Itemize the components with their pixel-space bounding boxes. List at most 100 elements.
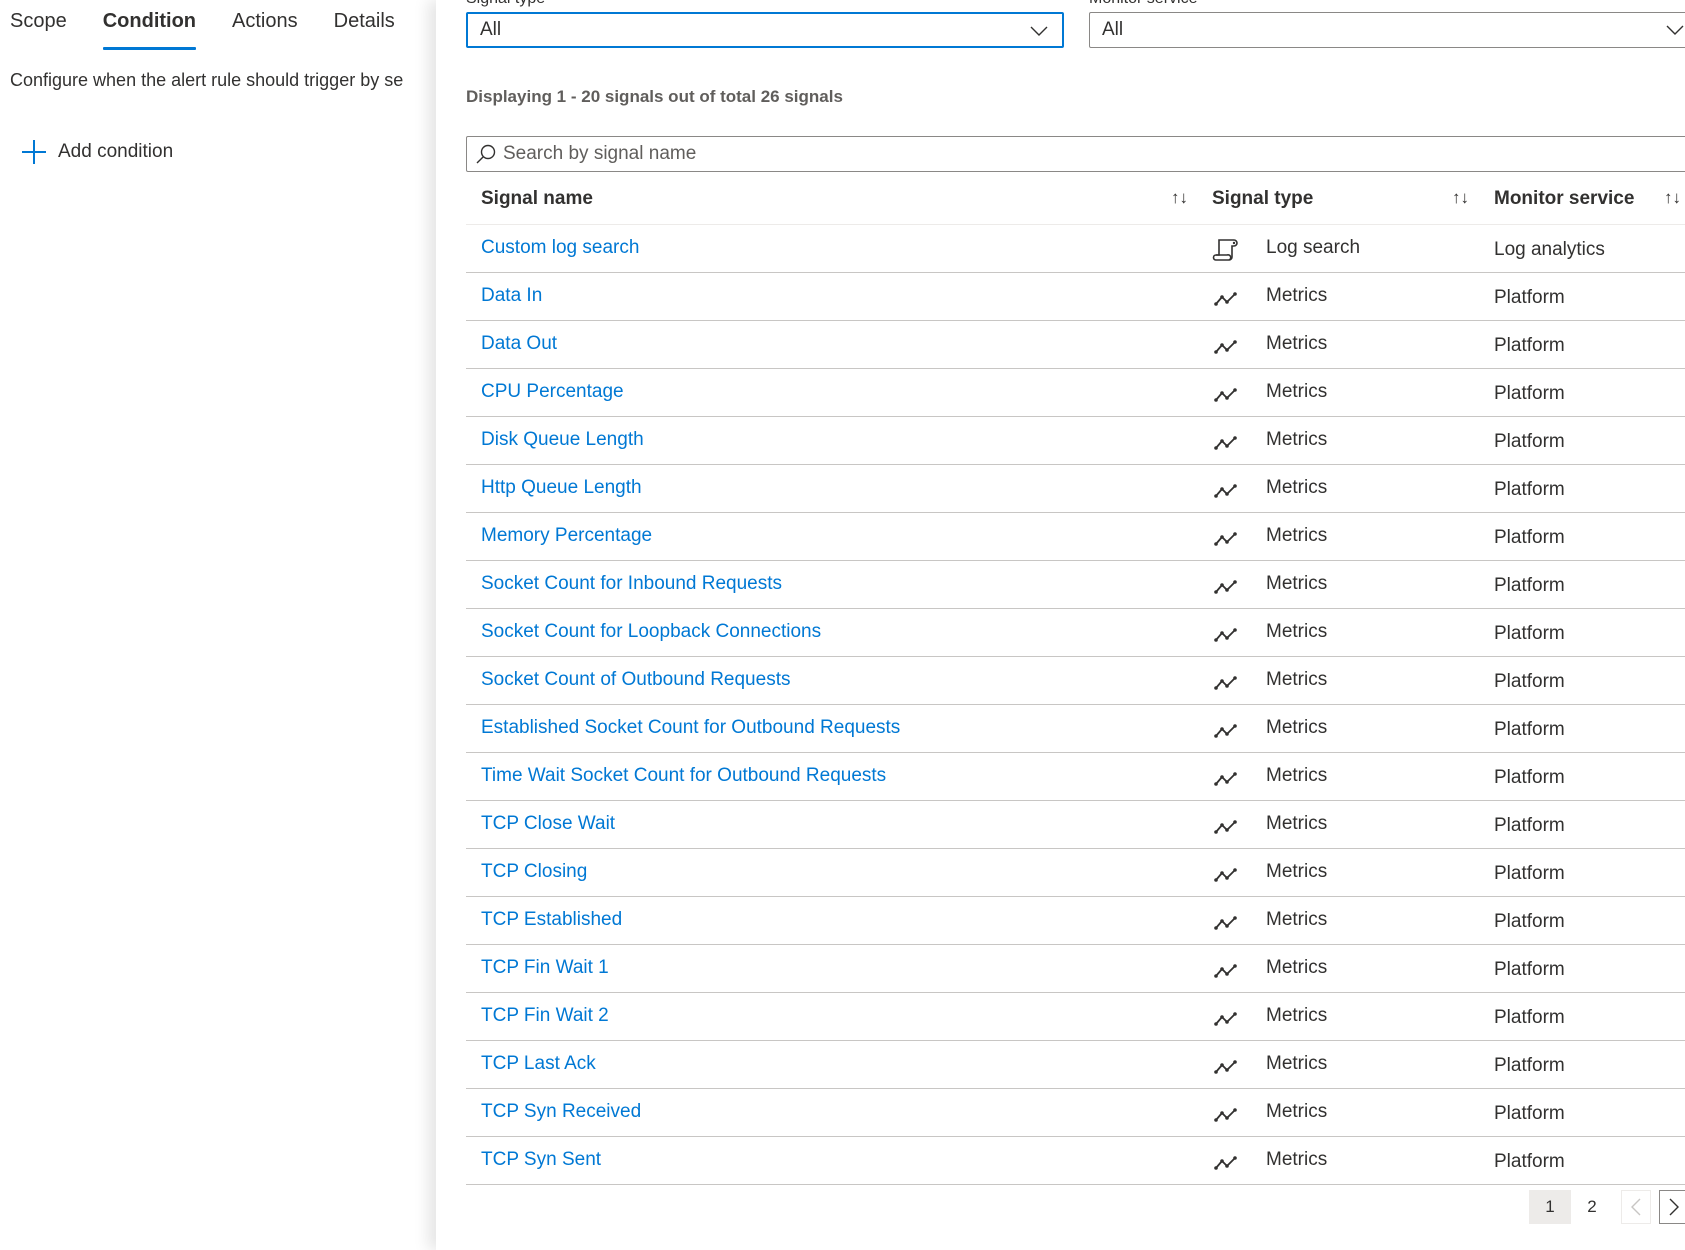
signal-type-text: Metrics bbox=[1266, 621, 1328, 642]
table-row[interactable]: CPU Percentage Metrics Platform bbox=[466, 369, 1685, 417]
sort-icon[interactable]: ↑↓ bbox=[1171, 188, 1188, 208]
signal-type-text: Metrics bbox=[1266, 333, 1328, 354]
monitor-service-text: Platform bbox=[1494, 1007, 1565, 1028]
previous-page-button[interactable] bbox=[1621, 1190, 1651, 1224]
signal-name-link[interactable]: TCP Syn Received bbox=[481, 1101, 641, 1123]
log-search-icon bbox=[1212, 239, 1238, 261]
chevron-right-icon bbox=[1669, 1198, 1679, 1216]
tab-condition[interactable]: Condition bbox=[102, 10, 197, 50]
monitor-service-dropdown[interactable]: All bbox=[1089, 12, 1685, 48]
table-row[interactable]: Http Queue Length Metrics Platform bbox=[466, 465, 1685, 513]
table-row[interactable]: TCP Syn Received Metrics Platform bbox=[466, 1089, 1685, 1137]
signal-type-dropdown[interactable]: All bbox=[466, 12, 1064, 48]
table-row[interactable]: Socket Count of Outbound Requests Metrics… bbox=[466, 657, 1685, 705]
monitor-service-text: Platform bbox=[1494, 623, 1565, 644]
page-2-button[interactable]: 2 bbox=[1571, 1190, 1613, 1224]
signal-name-link[interactable]: TCP Last Ack bbox=[481, 1053, 596, 1075]
monitor-service-text: Platform bbox=[1494, 767, 1565, 788]
monitor-service-text: Platform bbox=[1494, 479, 1565, 500]
table-row[interactable]: Socket Count for Inbound Requests Metrics… bbox=[466, 561, 1685, 609]
add-condition-label: Add condition bbox=[58, 141, 174, 162]
signal-name-link[interactable]: Memory Percentage bbox=[481, 525, 652, 547]
table-row[interactable]: Memory Percentage Metrics Platform bbox=[466, 513, 1685, 561]
signal-name-link[interactable]: Socket Count of Outbound Requests bbox=[481, 669, 790, 691]
sort-icon[interactable]: ↑↓ bbox=[1452, 188, 1469, 208]
signal-name-link[interactable]: TCP Syn Sent bbox=[481, 1149, 601, 1171]
signal-name-link[interactable]: Established Socket Count for Outbound Re… bbox=[481, 717, 900, 739]
signal-name-link[interactable]: TCP Close Wait bbox=[481, 813, 615, 835]
signal-name-link[interactable]: TCP Established bbox=[481, 909, 622, 931]
signal-name-link[interactable]: Socket Count for Loopback Connections bbox=[481, 621, 821, 643]
table-row[interactable]: Data In Metrics Platform bbox=[466, 273, 1685, 321]
monitor-service-text: Platform bbox=[1494, 1103, 1565, 1124]
table-row[interactable]: Time Wait Socket Count for Outbound Requ… bbox=[466, 753, 1685, 801]
signal-type-text: Metrics bbox=[1266, 861, 1328, 882]
signal-name-link[interactable]: Http Queue Length bbox=[481, 477, 642, 499]
monitor-service-text: Platform bbox=[1494, 431, 1565, 452]
signal-type-text: Metrics bbox=[1266, 1005, 1328, 1026]
signal-name-link[interactable]: Data In bbox=[481, 285, 542, 307]
signal-name-link[interactable]: Disk Queue Length bbox=[481, 429, 644, 451]
table-row[interactable]: Socket Count for Loopback Connections Met… bbox=[466, 609, 1685, 657]
signal-name-link[interactable]: Data Out bbox=[481, 333, 557, 355]
tab-details[interactable]: Details bbox=[334, 10, 395, 50]
monitor-service-text: Platform bbox=[1494, 959, 1565, 980]
monitor-service-text: Platform bbox=[1494, 719, 1565, 740]
table-row[interactable]: Custom log search Log search Log analytics bbox=[466, 225, 1685, 273]
sort-icon[interactable]: ↑↓ bbox=[1664, 188, 1681, 208]
monitor-service-text: Platform bbox=[1494, 287, 1565, 308]
table-row[interactable]: TCP Last Ack Metrics Platform bbox=[466, 1041, 1685, 1089]
tab-scope[interactable]: Scope bbox=[10, 10, 67, 50]
monitor-service-text: Platform bbox=[1494, 815, 1565, 836]
signal-name-link[interactable]: TCP Fin Wait 1 bbox=[481, 957, 609, 979]
metrics-icon bbox=[1214, 388, 1237, 402]
table-row[interactable]: TCP Fin Wait 1 Metrics Platform bbox=[466, 945, 1685, 993]
signal-name-link[interactable]: Socket Count for Inbound Requests bbox=[481, 573, 782, 595]
signal-type-text: Metrics bbox=[1266, 381, 1328, 402]
table-body: Custom log search Log search Log analytics… bbox=[466, 225, 1685, 1185]
table-row[interactable]: TCP Established Metrics Platform bbox=[466, 897, 1685, 945]
signal-name-link[interactable]: TCP Fin Wait 2 bbox=[481, 1005, 609, 1027]
chevron-left-icon bbox=[1631, 1198, 1641, 1216]
signal-name-link[interactable]: CPU Percentage bbox=[481, 381, 624, 403]
signal-type-text: Metrics bbox=[1266, 1053, 1328, 1074]
wizard-tabs: Scope Condition Actions Details bbox=[10, 10, 431, 50]
signal-type-text: Metrics bbox=[1266, 813, 1328, 834]
monitor-service-value: All bbox=[1102, 19, 1124, 40]
table-row[interactable]: TCP Fin Wait 2 Metrics Platform bbox=[466, 993, 1685, 1041]
table-row[interactable]: TCP Syn Sent Metrics Platform bbox=[466, 1137, 1685, 1185]
metrics-icon bbox=[1214, 1060, 1237, 1074]
table-row[interactable]: Established Socket Count for Outbound Re… bbox=[466, 705, 1685, 753]
metrics-icon bbox=[1214, 1156, 1237, 1170]
search-input[interactable] bbox=[503, 143, 1403, 165]
metrics-icon bbox=[1214, 1108, 1237, 1122]
metrics-icon bbox=[1214, 964, 1237, 978]
signal-name-link[interactable]: Time Wait Socket Count for Outbound Requ… bbox=[481, 765, 886, 787]
signal-type-text: Metrics bbox=[1266, 1149, 1328, 1170]
monitor-service-text: Platform bbox=[1494, 911, 1565, 932]
page-1-button[interactable]: 1 bbox=[1529, 1190, 1571, 1224]
signal-search-box[interactable] bbox=[466, 136, 1685, 172]
metrics-icon bbox=[1214, 484, 1237, 498]
metrics-icon bbox=[1214, 724, 1237, 738]
metrics-icon bbox=[1214, 340, 1237, 354]
signal-type-text: Metrics bbox=[1266, 525, 1328, 546]
next-page-button[interactable] bbox=[1659, 1190, 1685, 1224]
pagination: 1 2 bbox=[1529, 1190, 1685, 1224]
metrics-icon bbox=[1214, 532, 1237, 546]
signal-name-link[interactable]: Custom log search bbox=[481, 237, 639, 259]
column-header-monitor-service[interactable]: Monitor service bbox=[1494, 188, 1634, 210]
monitor-service-text: Platform bbox=[1494, 671, 1565, 692]
column-header-signal-name[interactable]: Signal name bbox=[481, 188, 593, 210]
table-row[interactable]: TCP Close Wait Metrics Platform bbox=[466, 801, 1685, 849]
column-header-signal-type[interactable]: Signal type bbox=[1212, 188, 1313, 210]
add-condition-button[interactable]: Add condition bbox=[22, 140, 173, 164]
metrics-icon bbox=[1214, 628, 1237, 642]
signal-name-link[interactable]: TCP Closing bbox=[481, 861, 587, 883]
table-row[interactable]: Disk Queue Length Metrics Platform bbox=[466, 417, 1685, 465]
signal-type-text: Metrics bbox=[1266, 909, 1328, 930]
tab-actions[interactable]: Actions bbox=[232, 10, 298, 50]
search-icon bbox=[476, 144, 496, 164]
table-row[interactable]: Data Out Metrics Platform bbox=[466, 321, 1685, 369]
table-row[interactable]: TCP Closing Metrics Platform bbox=[466, 849, 1685, 897]
